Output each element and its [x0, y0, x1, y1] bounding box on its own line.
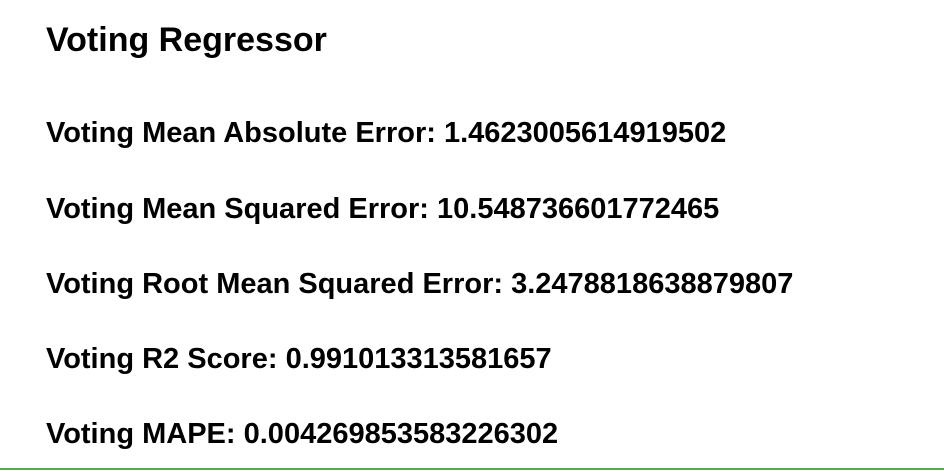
metric-label: Voting Mean Absolute Error:: [46, 117, 436, 149]
metric-value: 10.548736601772465: [437, 193, 720, 225]
metric-label: Voting MAPE:: [46, 418, 236, 450]
metric-value: 0.991013313581657: [285, 343, 552, 375]
metric-value: 3.2478818638879807: [511, 268, 794, 300]
metric-label: Voting Mean Squared Error:: [46, 193, 429, 225]
metric-mean-squared-error: Voting Mean Squared Error: 10.5487366017…: [46, 190, 719, 228]
results-page: Voting Regressor Voting Mean Absolute Er…: [0, 0, 944, 472]
metric-value: 1.4623005614919502: [443, 117, 727, 149]
bottom-divider: [0, 468, 944, 470]
metric-value: 0.004269853583226302: [243, 418, 559, 450]
metric-r2-score: Voting R2 Score: 0.991013313581657: [46, 340, 552, 378]
page-title: Voting Regressor: [46, 21, 327, 59]
metric-mean-absolute-error: Voting Mean Absolute Error: 1.4623005614…: [46, 114, 726, 152]
metric-label: Voting Root Mean Squared Error:: [46, 268, 504, 300]
metric-mape: Voting MAPE: 0.004269853583226302: [46, 415, 558, 453]
metric-label: Voting R2 Score:: [46, 343, 278, 375]
metric-root-mean-squared-error: Voting Root Mean Squared Error: 3.247881…: [46, 265, 793, 303]
